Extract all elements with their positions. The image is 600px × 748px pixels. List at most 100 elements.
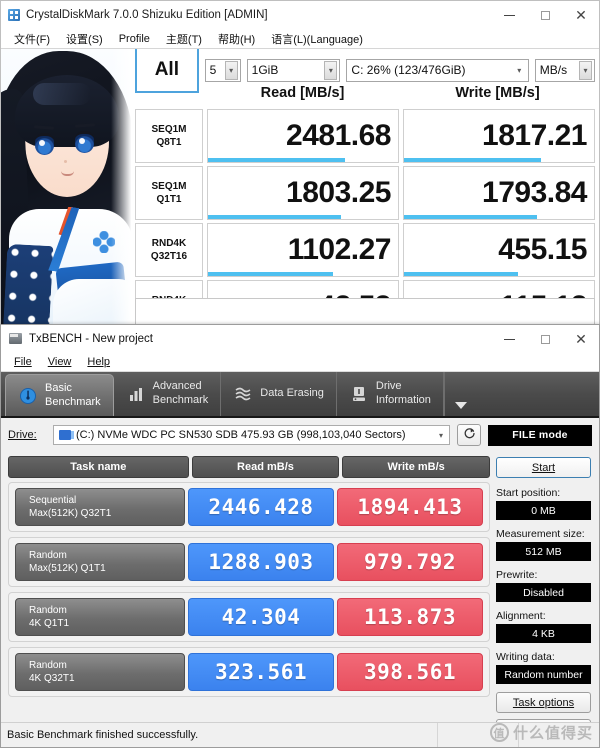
prewrite-value[interactable]: Disabled: [496, 583, 591, 602]
crystaldiskmark-icon: [8, 9, 20, 21]
cdm-read-value-cell: 1803.25: [207, 166, 399, 220]
cdm-toolbar: All 5 ▾ 1GiB ▾ C: 26% (123/476GiB) ▾ MB/…: [133, 49, 595, 93]
cdm-menu-language[interactable]: 语言(L)(Language): [263, 31, 371, 47]
tx-titlebar: TxBENCH - New project ✕: [1, 325, 599, 352]
cdm-read-value: 2481.68: [286, 119, 391, 152]
cdm-write-value: 455.15: [498, 233, 587, 266]
task-name-cell: Random Max(512K) Q1T1: [15, 543, 185, 581]
read-value-cell: 323.561: [188, 653, 334, 691]
crystaldiskmark-window: CrystalDiskMark 7.0.0 Shizuku Edition [A…: [0, 0, 600, 334]
start-button[interactable]: Start: [496, 457, 591, 478]
tx-menu-file-label: File: [14, 355, 32, 368]
tx-sidebar: Start Start position: 0 MB Measurement s…: [490, 453, 599, 740]
cdm-menubar: 文件(F) 设置(S) Profile 主题(T) 帮助(H) 语言(L)(La…: [1, 29, 599, 49]
chevron-down-icon: ▾: [324, 60, 338, 80]
cdm-test-size-select[interactable]: 1GiB ▾: [246, 58, 341, 82]
txbench-icon: [9, 333, 22, 344]
write-value-cell: 979.792: [337, 543, 483, 581]
tx-menu-help[interactable]: Help: [79, 356, 118, 368]
bar-chart-icon: [126, 384, 146, 404]
cdm-unit-value: MB/s: [539, 63, 568, 77]
cdm-close-button[interactable]: ✕: [563, 1, 599, 29]
table-header-row: Task name Read mB/s Write mB/s: [8, 456, 490, 478]
refresh-button[interactable]: [457, 424, 481, 446]
cdm-result-row: RND4K Q32T16 1102.27 455.15: [133, 223, 595, 277]
tab-advanced-benchmark-label: Advanced Benchmark: [152, 380, 209, 406]
th-read: Read mB/s: [191, 456, 340, 478]
cdm-content: All 5 ▾ 1GiB ▾ C: 26% (123/476GiB) ▾ MB/…: [133, 49, 599, 333]
read-value-cell: 2446.428: [188, 488, 334, 526]
toolbar-overflow-button[interactable]: [443, 372, 478, 416]
cdm-row-label-top: RND4K: [151, 237, 187, 249]
start-position-value[interactable]: 0 MB: [496, 501, 591, 520]
measurement-size-label: Measurement size:: [496, 528, 585, 540]
measurement-size-value[interactable]: 512 MB: [496, 542, 591, 561]
alignment-value[interactable]: 4 KB: [496, 624, 591, 643]
tab-basic-benchmark-label: Basic Benchmark: [45, 381, 101, 408]
tx-menubar: File View Help: [1, 352, 599, 372]
tx-toolbar: Basic Benchmark Advanced Benchmark Data …: [1, 372, 599, 418]
cdm-row-label-top: SEQ1M: [151, 180, 187, 192]
cdm-menu-theme[interactable]: 主题(T): [158, 31, 210, 47]
tx-drive-row: Drive: (C:) NVMe WDC PC SN530 SDB 475.93…: [1, 418, 599, 448]
cdm-read-value-cell: 2481.68: [207, 109, 399, 163]
cdm-menu-profile[interactable]: Profile: [111, 33, 158, 45]
tx-minimize-button[interactable]: [491, 325, 527, 353]
cdm-menu-settings[interactable]: 设置(S): [58, 31, 111, 47]
th-task-name: Task name: [8, 456, 189, 478]
cdm-read-header: Read [MB/s]: [260, 85, 345, 101]
cdm-write-value: 1817.21: [482, 119, 587, 152]
task-options-label: Task options: [512, 696, 575, 709]
cdm-row-label[interactable]: SEQ1M Q1T1: [135, 166, 203, 220]
drive-select[interactable]: (C:) NVMe WDC PC SN530 SDB 475.93 GB (99…: [53, 425, 450, 445]
tx-menu-file[interactable]: File: [6, 356, 40, 368]
tab-drive-information[interactable]: Drive Information: [337, 372, 444, 416]
tab-data-erasing[interactable]: Data Erasing: [221, 372, 337, 416]
cdm-body: All 5 ▾ 1GiB ▾ C: 26% (123/476GiB) ▾ MB/…: [1, 49, 599, 333]
eraser-icon: [233, 384, 253, 404]
status-text: Basic Benchmark finished successfully.: [7, 729, 199, 741]
tab-advanced-benchmark[interactable]: Advanced Benchmark: [114, 372, 222, 416]
cdm-drive-value: C: 26% (123/476GiB): [351, 63, 466, 77]
cdm-menu-help[interactable]: 帮助(H): [210, 31, 263, 47]
cdm-read-bar: [208, 272, 334, 276]
chevron-down-icon: ▾: [579, 60, 592, 80]
cdm-window-controls: ✕: [491, 1, 599, 29]
cdm-write-value-cell: 455.15: [403, 223, 595, 277]
cdm-column-headers: Read [MB/s] Write [MB/s]: [133, 85, 595, 107]
chevron-down-icon: ▾: [517, 65, 522, 75]
cdm-menu-file[interactable]: 文件(F): [6, 31, 58, 47]
tx-main: Task name Read mB/s Write mB/s Sequentia…: [1, 453, 599, 740]
cdm-unit-select[interactable]: MB/s ▾: [534, 58, 595, 82]
chevron-down-icon: ▾: [438, 430, 443, 440]
task-name-cell: Random 4K Q32T1: [15, 653, 185, 691]
cdm-titlebar: CrystalDiskMark 7.0.0 Shizuku Edition [A…: [1, 1, 599, 29]
task-name-cell: Sequential Max(512K) Q32T1: [15, 488, 185, 526]
tab-basic-benchmark[interactable]: Basic Benchmark: [5, 374, 114, 416]
start-position-label: Start position:: [496, 487, 561, 499]
read-value-cell: 1288.903: [188, 543, 334, 581]
tx-maximize-button[interactable]: [527, 325, 563, 353]
cdm-drive-select[interactable]: C: 26% (123/476GiB) ▾: [346, 58, 529, 82]
chevron-down-icon: [455, 402, 468, 409]
file-mode-indicator[interactable]: FILE mode: [488, 424, 592, 446]
cdm-row-label[interactable]: SEQ1M Q8T1: [135, 109, 203, 163]
task-options-button[interactable]: Task options: [496, 692, 591, 713]
cdm-maximize-button[interactable]: [527, 1, 563, 29]
cdm-row-label[interactable]: RND4K Q32T16: [135, 223, 203, 277]
tx-close-button[interactable]: ✕: [563, 325, 599, 353]
task-name-cell: Random 4K Q1T1: [15, 598, 185, 636]
cdm-row-label-bottom: Q1T1: [156, 194, 182, 205]
writing-data-value[interactable]: Random number: [496, 665, 591, 684]
write-value-cell: 398.561: [337, 653, 483, 691]
drive-label: Drive:: [8, 429, 37, 441]
cdm-read-value: 1102.27: [287, 233, 392, 266]
start-button-label: Start: [531, 461, 556, 474]
writing-data-label: Writing data:: [496, 651, 555, 663]
cdm-write-bar: [404, 158, 541, 162]
cdm-test-count-select[interactable]: 5 ▾: [204, 58, 241, 82]
cdm-minimize-button[interactable]: [491, 1, 527, 29]
cdm-row-label-bottom: Q32T16: [150, 251, 188, 262]
chevron-down-icon: ▾: [224, 60, 238, 80]
tx-menu-view[interactable]: View: [40, 356, 80, 368]
